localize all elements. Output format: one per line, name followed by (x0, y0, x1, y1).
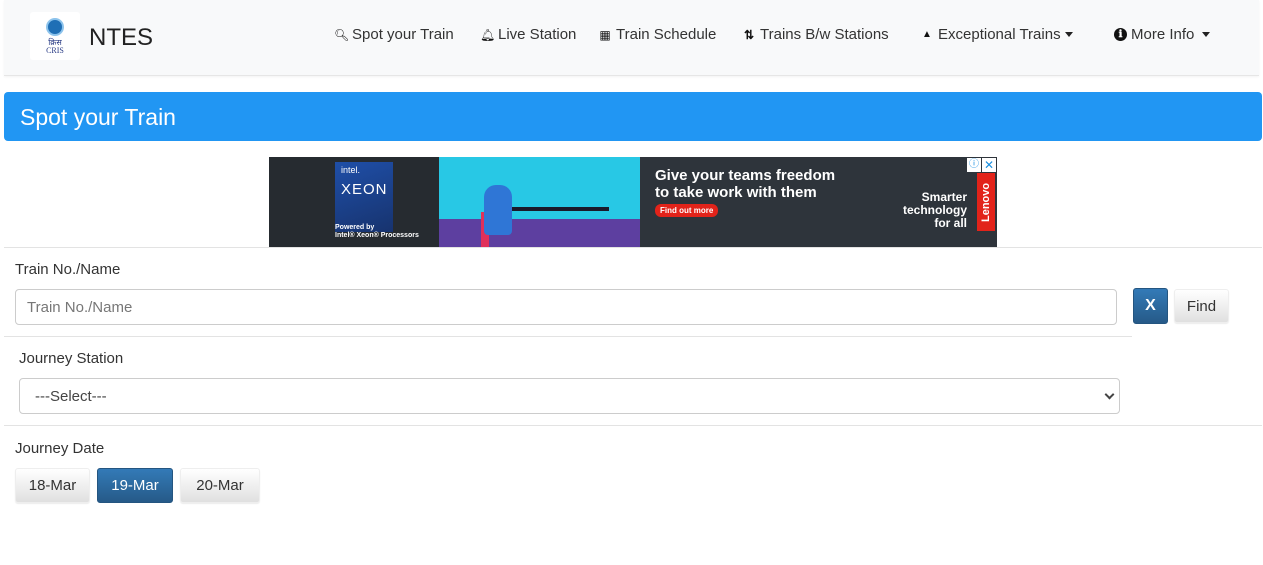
cris-logo[interactable]: क्रिस CRIS (30, 12, 80, 60)
sort-arrows-icon: ⇅ (743, 27, 755, 42)
ad-headline-line2: to take work with them (655, 184, 817, 201)
search-icon: 🔍︎ (334, 27, 350, 42)
panel-title: Spot your Train (20, 104, 176, 130)
ad-info-icon[interactable]: ⓘ (967, 158, 981, 172)
nav-label: More Info (1131, 26, 1195, 43)
nav-more-info[interactable]: ℹ More Info (1114, 26, 1211, 43)
nav-live-station[interactable]: 🔔︎ Live Station (480, 26, 576, 43)
brand-title[interactable]: NTES (89, 24, 153, 52)
date-label: Journey Date (15, 440, 105, 457)
caret-down-icon (1064, 32, 1073, 37)
date-button-18-mar[interactable]: 18-Mar (15, 468, 90, 503)
nav-label: Exceptional Trains (938, 26, 1061, 43)
ad-headline: Give your teams freedom to take work wit… (655, 167, 835, 201)
advertisement-banner[interactable]: intel. XEON Powered by Intel® Xeon® Proc… (269, 157, 997, 247)
ad-headline-line1: Give your teams freedom (655, 167, 836, 184)
chevron-down-icon (1104, 389, 1115, 400)
date-button-20-mar[interactable]: 20-Mar (180, 468, 260, 503)
divider (4, 247, 1262, 248)
nav-trains-between-stations[interactable]: ⇅ Trains B/w Stations (742, 26, 889, 43)
station-select[interactable]: ---Select--- (19, 378, 1120, 414)
ad-intel-text: intel. (341, 165, 361, 175)
clear-button[interactable]: X (1133, 288, 1168, 324)
ad-find-out-more-button[interactable]: Find out more (655, 204, 719, 217)
ad-close-icon[interactable]: ✕ (982, 158, 996, 172)
calendar-icon: ▦ (599, 27, 611, 42)
nav-train-schedule[interactable]: ▦ Train Schedule (598, 26, 716, 43)
warning-icon: ▲ (922, 29, 932, 40)
station-selected-value: ---Select--- (35, 387, 107, 405)
lenovo-logo: Lenovo (977, 173, 995, 231)
ad-illustration-person (484, 185, 512, 235)
nav-label: Live Station (498, 26, 577, 43)
ad-xeon-text: XEON (341, 181, 388, 198)
ad-powered-line1: Powered by (335, 224, 375, 231)
ad-illustration-floor (439, 219, 640, 247)
caret-down-icon (1202, 32, 1211, 37)
nav-label: Train Schedule (616, 26, 717, 43)
date-button-19-mar[interactable]: 19-Mar (97, 468, 173, 503)
divider (4, 336, 1132, 337)
nav-label: Trains B/w Stations (760, 26, 889, 43)
ad-powered-line2: Intel® Xeon® Processors (335, 232, 419, 239)
ad-tagline-line3: for all (934, 216, 967, 230)
navbar: क्रिस CRIS NTES 🔍︎ Spot your Train 🔔︎ Li… (4, 0, 1259, 76)
cris-emblem-icon (46, 17, 64, 36)
ad-powered-by: Powered by Intel® Xeon® Processors (335, 224, 419, 240)
info-circle-icon: ℹ (1114, 28, 1127, 41)
ad-illustration-table (509, 207, 609, 211)
nav-exceptional-trains[interactable]: ▲ Exceptional Trains (920, 26, 1073, 43)
ad-tagline: Smarter technology for all (903, 191, 967, 230)
divider (4, 425, 1262, 426)
panel-heading: Spot your Train (4, 92, 1262, 141)
nav-label: Spot your Train (352, 26, 454, 43)
nav-spot-your-train[interactable]: 🔍︎ Spot your Train (334, 26, 454, 43)
train-input[interactable]: Train No./Name (15, 289, 1117, 325)
logo-text-cris: CRIS (46, 45, 64, 55)
train-label: Train No./Name (15, 261, 121, 278)
find-button[interactable]: Find (1174, 289, 1229, 323)
station-label: Journey Station (19, 350, 124, 367)
bell-icon: 🔔︎ (480, 27, 496, 42)
